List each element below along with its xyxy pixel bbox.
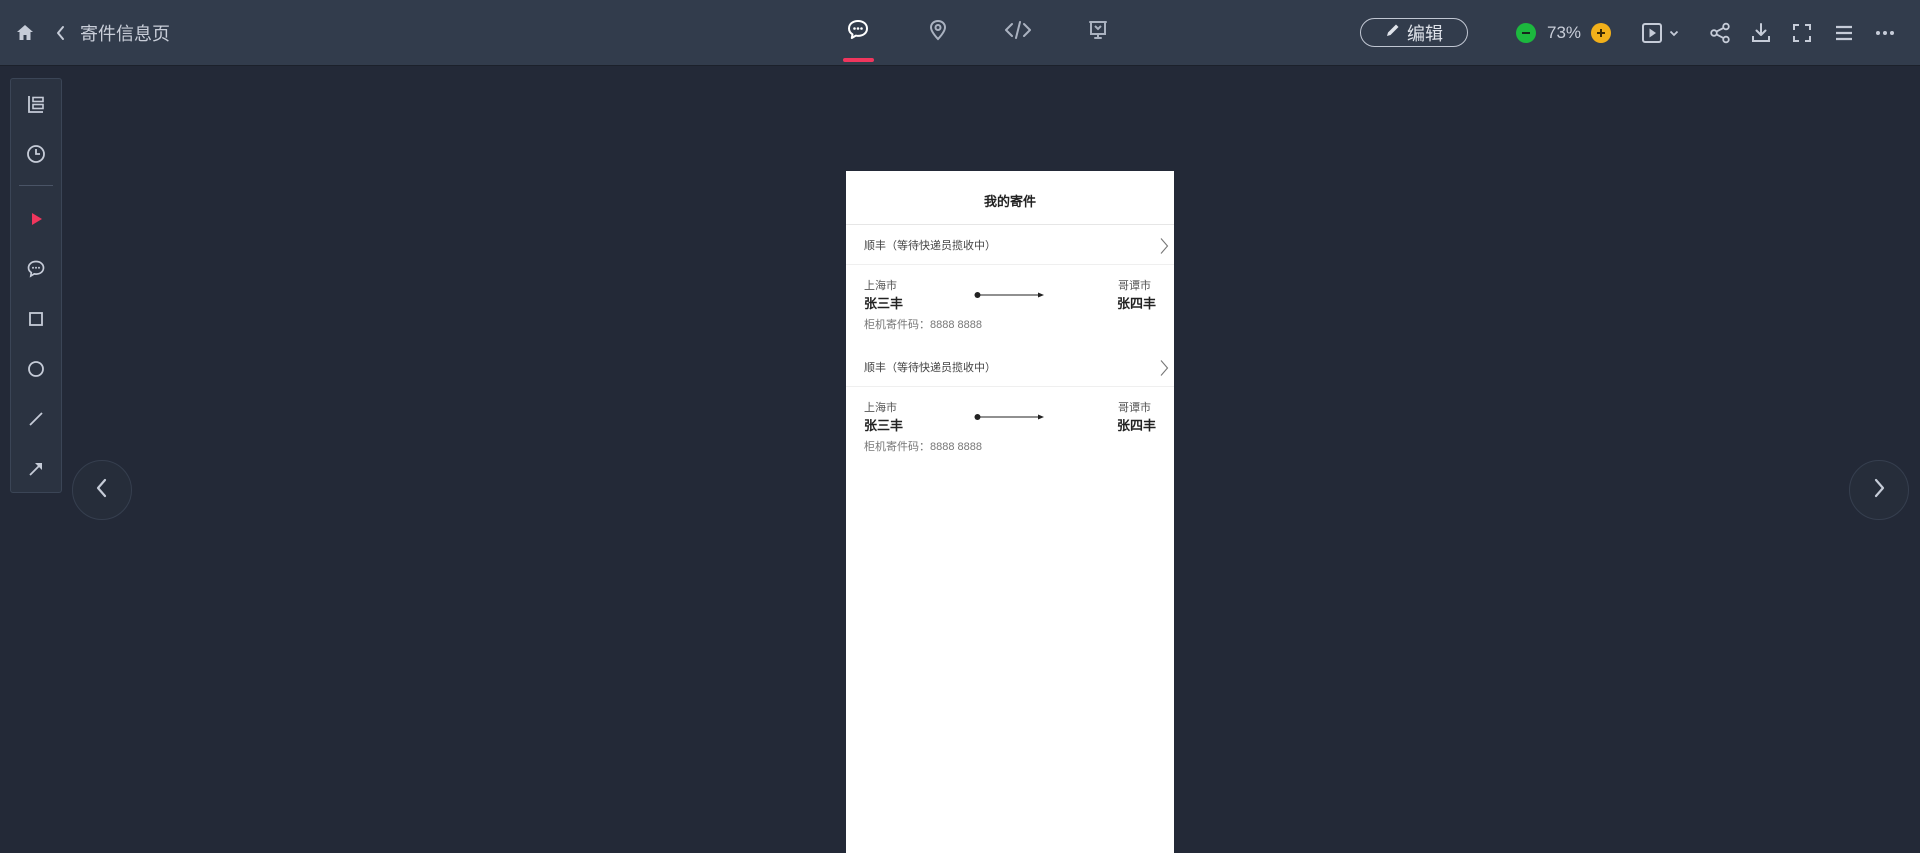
sender-name: 张三丰 <box>864 296 904 311</box>
dropdown-icon[interactable] <box>1666 21 1682 45</box>
fullscreen-icon[interactable] <box>1790 21 1814 45</box>
next-page-button[interactable] <box>1849 460 1909 520</box>
back-icon[interactable] <box>50 22 72 44</box>
tab-comments[interactable] <box>818 0 898 65</box>
more-icon[interactable] <box>1873 21 1897 45</box>
chevron-right-icon <box>1870 477 1888 504</box>
prototype-screen: 我的寄件 顺丰（等待快递员揽收中） 上海市 张三丰 哥谭市 张四丰 柜机寄件码：… <box>846 171 1174 853</box>
menu-icon[interactable] <box>1832 21 1856 45</box>
history-icon[interactable] <box>11 136 61 172</box>
code-icon <box>1004 18 1032 47</box>
prev-page-button[interactable] <box>72 460 132 520</box>
rectangle-icon[interactable] <box>11 301 61 337</box>
recipient-city: 哥谭市 <box>1118 402 1151 414</box>
view-mode-tabs <box>818 0 1138 65</box>
locker-code: 柜机寄件码：8888 8888 <box>864 441 982 453</box>
edit-button[interactable]: 编辑 <box>1360 18 1468 47</box>
route-arrow-icon <box>974 287 1044 305</box>
route-arrow-icon <box>974 409 1044 427</box>
zoom-in-icon[interactable] <box>1591 22 1612 43</box>
shipment-card-header[interactable]: 顺丰（等待快递员揽收中） <box>846 225 1174 265</box>
toolbar-left-group: 寄件信息页 <box>14 0 170 65</box>
pointer-icon[interactable] <box>11 201 61 237</box>
screen-header: 我的寄件 <box>846 171 1174 225</box>
presentation-icon <box>1086 18 1110 47</box>
chevron-left-icon <box>93 477 111 504</box>
download-icon[interactable] <box>1749 21 1773 45</box>
circle-icon[interactable] <box>11 351 61 387</box>
top-toolbar: 寄件信息页 编辑 73% <box>0 0 1920 66</box>
zoom-level: 73% <box>1547 22 1582 42</box>
tab-code[interactable] <box>978 0 1058 65</box>
zoom-controls: 73% <box>1516 0 1612 65</box>
page-title: 寄件信息页 <box>80 23 170 44</box>
pencil-icon <box>1385 22 1401 43</box>
arrow-tool-icon[interactable] <box>11 451 61 487</box>
line-icon[interactable] <box>11 401 61 437</box>
tools-divider <box>19 185 53 186</box>
screen-title: 我的寄件 <box>983 194 1036 209</box>
shipment-card[interactable]: 顺丰（等待快递员揽收中） 上海市 张三丰 哥谭市 张四丰 柜机寄件码：8888 … <box>846 225 1174 347</box>
tab-presentation[interactable] <box>1058 0 1138 65</box>
edit-button-label: 编辑 <box>1407 23 1443 44</box>
sender-name: 张三丰 <box>864 418 904 433</box>
chevron-right-icon <box>1159 359 1169 382</box>
shipment-status: 顺丰（等待快递员揽收中） <box>864 361 996 374</box>
comment-tool-icon[interactable] <box>11 251 61 287</box>
recipient-name: 张四丰 <box>1116 296 1156 311</box>
shipment-card[interactable]: 顺丰（等待快递员揽收中） 上海市 张三丰 哥谭市 张四丰 柜机寄件码：8888 … <box>846 347 1174 469</box>
share-icon[interactable] <box>1708 21 1732 45</box>
pages-tree-icon[interactable] <box>11 86 61 122</box>
chevron-right-icon <box>1159 237 1169 260</box>
play-icon[interactable] <box>1640 21 1664 45</box>
recipient-name: 张四丰 <box>1116 418 1156 433</box>
sender-city: 上海市 <box>864 280 897 292</box>
zoom-out-icon[interactable] <box>1516 22 1536 43</box>
shipment-card-header[interactable]: 顺丰（等待快递员揽收中） <box>846 347 1174 387</box>
location-icon <box>926 18 950 47</box>
comment-icon <box>846 18 870 47</box>
shipment-status: 顺丰（等待快递员揽收中） <box>864 239 996 252</box>
recipient-city: 哥谭市 <box>1118 280 1151 292</box>
home-icon[interactable] <box>14 22 36 44</box>
left-tool-palette <box>10 78 62 493</box>
sender-city: 上海市 <box>864 402 897 414</box>
tab-annotations[interactable] <box>898 0 978 65</box>
locker-code: 柜机寄件码：8888 8888 <box>864 319 982 331</box>
